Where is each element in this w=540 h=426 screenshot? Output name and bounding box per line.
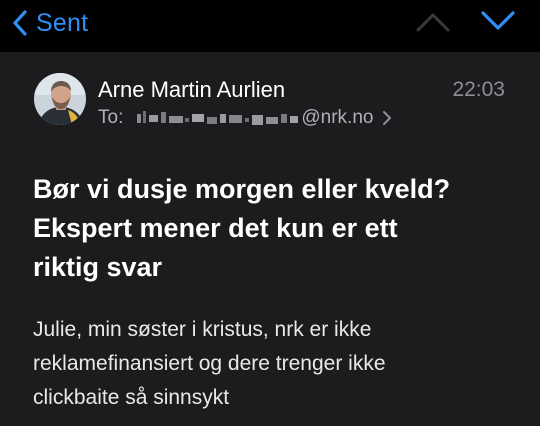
to-label: To:: [98, 107, 124, 128]
subject-line: riktig svar: [33, 252, 163, 282]
redacted-address: [137, 111, 299, 125]
back-label: Sent: [36, 8, 89, 37]
subject-line: Bør vi dusje morgen eller kveld?: [33, 174, 451, 204]
message-subject: Bør vi dusje morgen eller kveld? Ekspert…: [33, 170, 513, 287]
next-message-button[interactable]: [481, 10, 515, 30]
message-body: Julie, min søster i kristus, nrk er ikke…: [33, 313, 523, 415]
chevron-right-icon: [383, 111, 392, 125]
body-line: clickbaite så sinnsykt: [33, 386, 230, 409]
back-button[interactable]: Sent: [12, 7, 88, 39]
chevron-down-icon: [481, 11, 515, 30]
sender-name[interactable]: Arne Martin Aurlien: [98, 77, 285, 103]
body-line: reklamefinansiert og dere trenger ikke: [33, 352, 386, 375]
mail-screen: Sent Arne Martin Aurlien 22:03 To: @nrk.…: [0, 0, 540, 426]
avatar[interactable]: [34, 73, 86, 125]
recipient-domain: @nrk.no: [301, 107, 374, 128]
chevron-up-icon: [416, 13, 450, 32]
previous-message-button[interactable]: [416, 12, 450, 32]
subject-line: Ekspert mener det kun er ett: [33, 213, 398, 243]
recipient-row[interactable]: To: @nrk.no: [98, 106, 392, 130]
navigation-bar: Sent: [0, 0, 540, 52]
body-line: Julie, min søster i kristus, nrk er ikke: [33, 318, 372, 341]
chevron-left-icon: [13, 10, 27, 36]
message-time: 22:03: [452, 78, 505, 101]
